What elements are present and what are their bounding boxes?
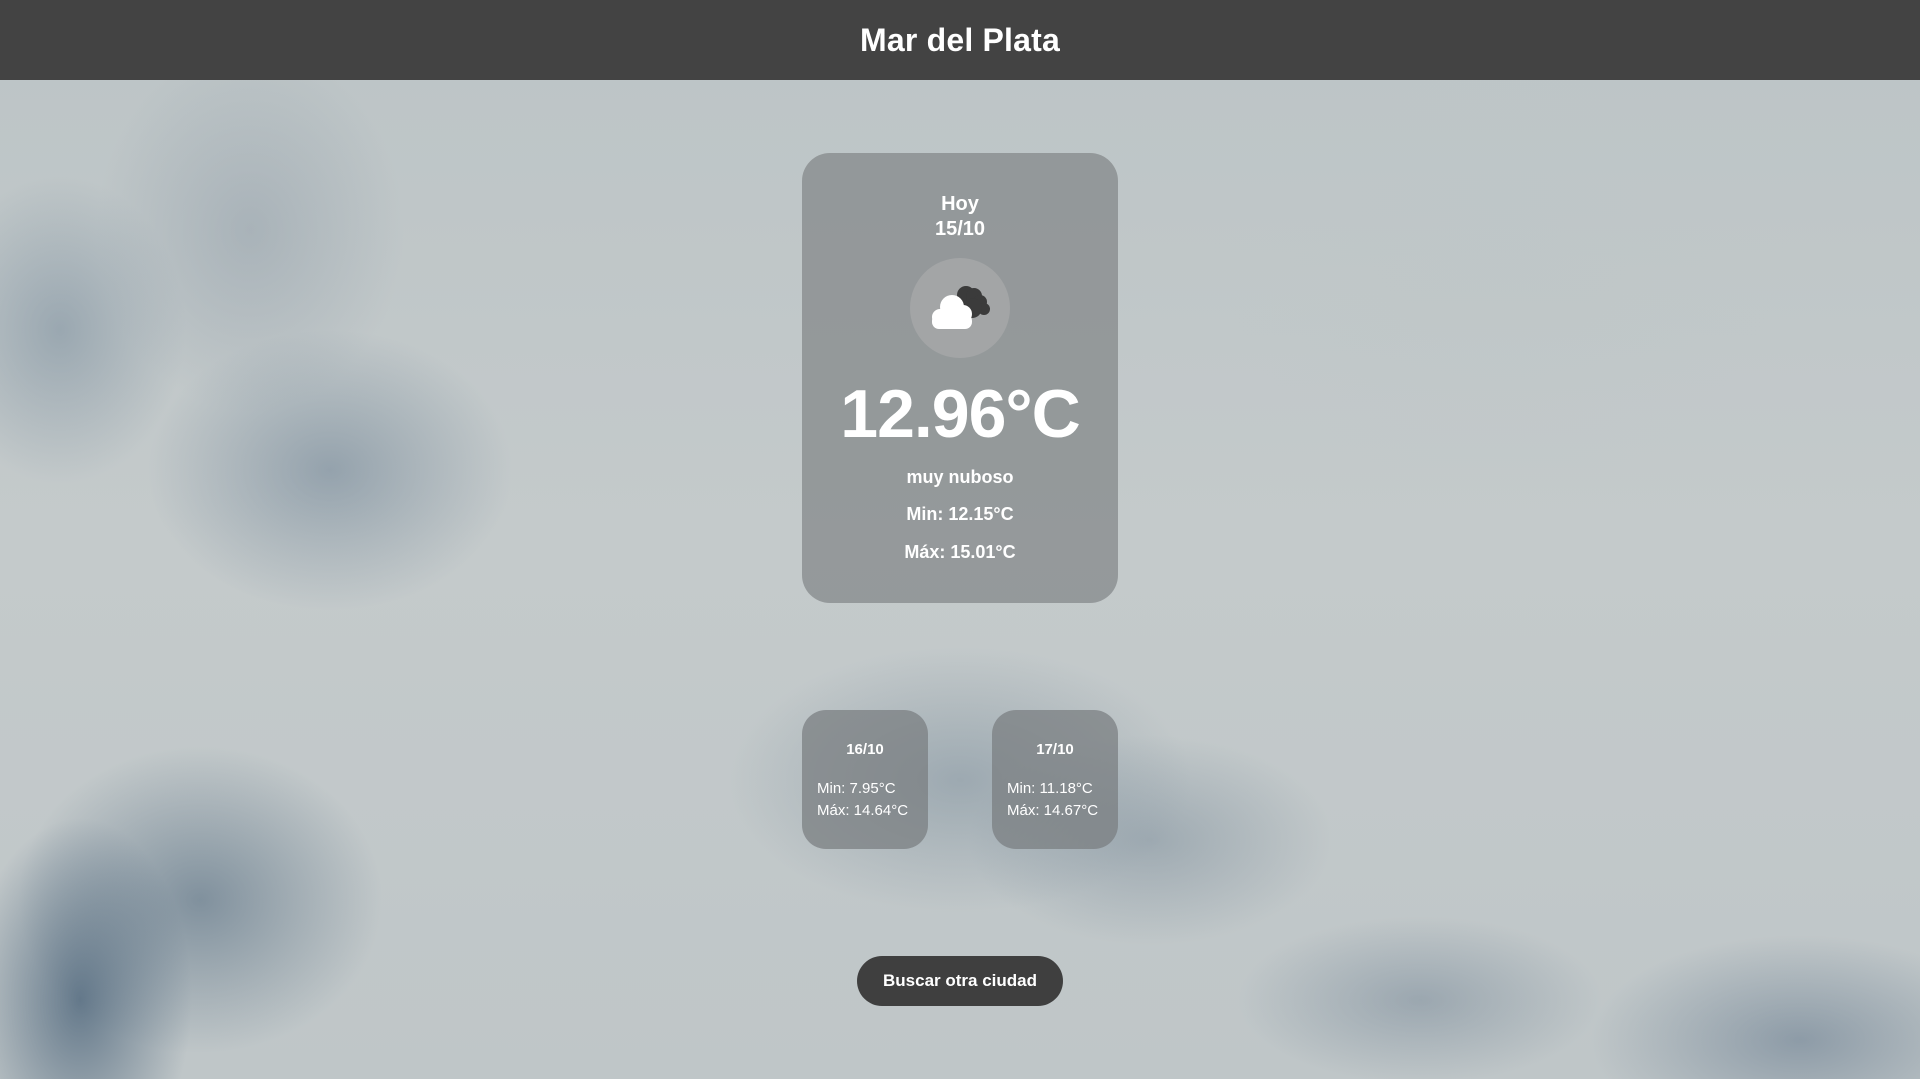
cloud-icon [910,258,1010,358]
forecast-max-temperature: Máx: 14.64°C [817,802,909,819]
today-label: Hoy [941,193,979,215]
forecast-card: 16/10 Min: 7.95°C Máx: 14.64°C [802,710,928,849]
city-title: Mar del Plata [859,21,1060,58]
search-other-city-button[interactable]: Buscar otra ciudad [857,956,1063,1006]
app-header: Mar del Plata [0,0,1920,80]
forecast-min-temperature: Min: 11.18°C [1007,780,1093,797]
forecast-date: 17/10 [1036,741,1074,758]
forecast-card: 17/10 Min: 11.18°C Máx: 14.67°C [992,710,1118,849]
weather-description: muy nuboso [906,467,1014,487]
forecast-date: 16/10 [846,741,884,758]
forecast-max-temperature: Máx: 14.67°C [1007,802,1099,819]
current-temperature: 12.96°C [840,376,1080,452]
today-date: 15/10 [934,218,986,240]
today-weather-card: Hoy 15/10 12.96°C muy nuboso Min: 12.15°… [802,153,1118,603]
forecast-min-temperature: Min: 7.95°C [817,780,896,797]
today-max-temperature: Máx: 15.01°C [904,542,1016,562]
today-min-temperature: Min: 12.15°C [906,504,1014,524]
